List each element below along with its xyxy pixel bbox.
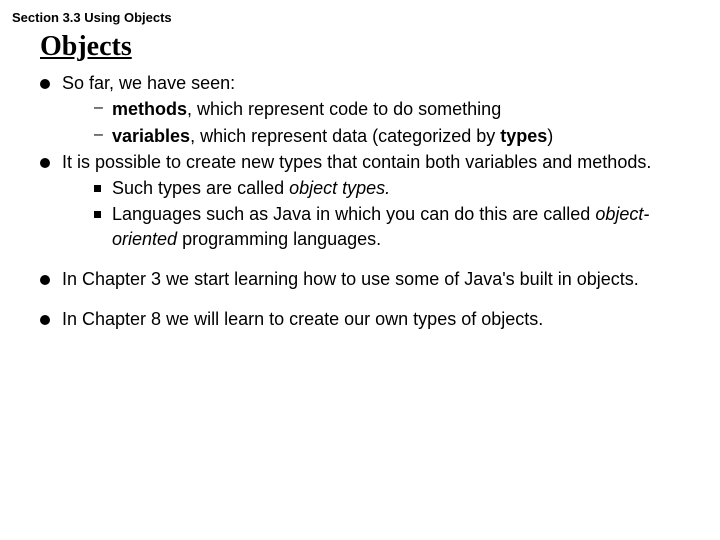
bullet-list: In Chapter 3 we start learning how to us… bbox=[40, 267, 698, 291]
list-item: In Chapter 8 we will learn to create our… bbox=[40, 307, 698, 331]
sub-list: Such types are called object types. Lang… bbox=[62, 176, 698, 251]
bullet-text: programming languages. bbox=[177, 229, 381, 249]
list-item: variables, which represent data (categor… bbox=[90, 124, 698, 148]
bullet-text: ) bbox=[547, 126, 553, 146]
bullet-text: , which represent code to do something bbox=[187, 99, 501, 119]
slide-page: Section 3.3 Using Objects Objects So far… bbox=[0, 0, 720, 346]
bold-text: variables bbox=[112, 126, 190, 146]
bold-text: types bbox=[500, 126, 547, 146]
list-item: Languages such as Java in which you can … bbox=[90, 202, 698, 251]
list-item: In Chapter 3 we start learning how to us… bbox=[40, 267, 698, 291]
italic-text: object types. bbox=[289, 178, 390, 198]
bullet-text: In Chapter 8 we will learn to create our… bbox=[62, 309, 543, 329]
bullet-text: In Chapter 3 we start learning how to us… bbox=[62, 269, 639, 289]
bullet-text: So far, we have seen: bbox=[62, 73, 235, 93]
list-item: So far, we have seen: methods, which rep… bbox=[40, 71, 698, 148]
bullet-list: In Chapter 8 we will learn to create our… bbox=[40, 307, 698, 331]
bullet-list: So far, we have seen: methods, which rep… bbox=[40, 71, 698, 251]
section-header: Section 3.3 Using Objects bbox=[12, 10, 708, 25]
list-item: Such types are called object types. bbox=[90, 176, 698, 200]
bullet-text: It is possible to create new types that … bbox=[62, 152, 651, 172]
bold-text: methods bbox=[112, 99, 187, 119]
sub-list: methods, which represent code to do some… bbox=[62, 97, 698, 148]
bullet-text: Languages such as Java in which you can … bbox=[112, 204, 595, 224]
slide-title: Objects bbox=[40, 31, 708, 63]
list-item: It is possible to create new types that … bbox=[40, 150, 698, 251]
bullet-text: Such types are called bbox=[112, 178, 289, 198]
list-item: methods, which represent code to do some… bbox=[90, 97, 698, 121]
bullet-text: , which represent data (categorized by bbox=[190, 126, 500, 146]
